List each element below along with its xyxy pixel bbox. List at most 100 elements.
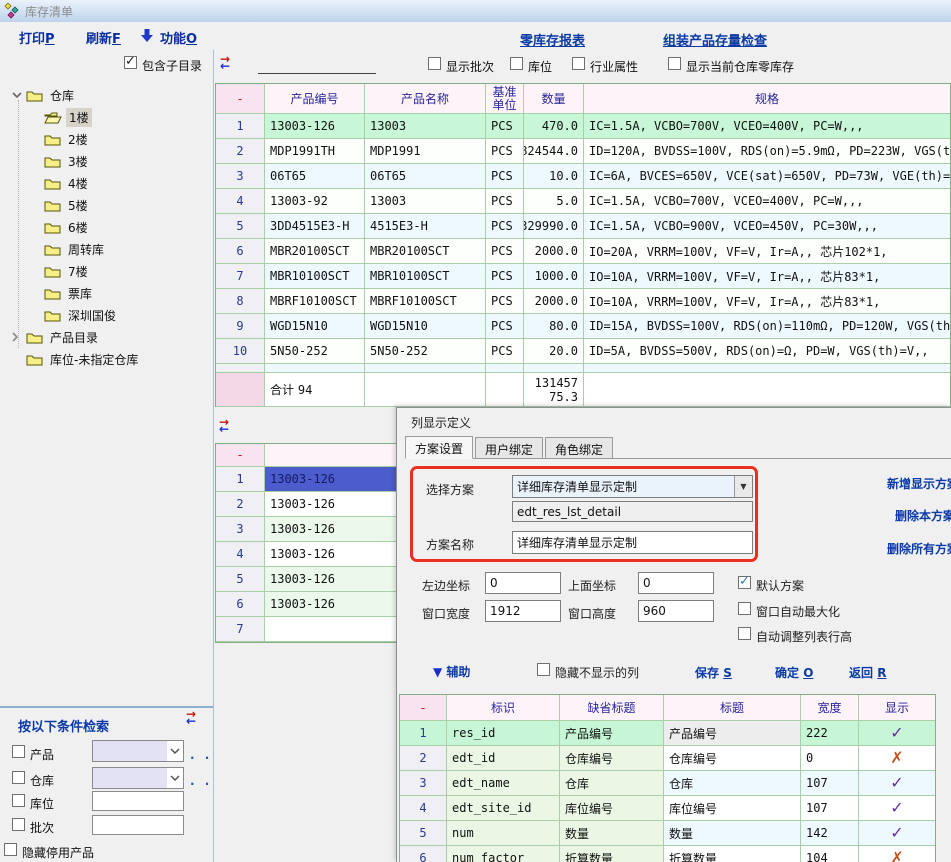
tree-item-floor6[interactable]: 6楼 — [0, 216, 210, 238]
chevron-down-icon[interactable] — [12, 92, 22, 98]
site-filter-checkbox-2[interactable] — [12, 794, 25, 808]
combo-arrow-button[interactable]: ▼ — [734, 476, 752, 497]
table-row[interactable]: 7 MBR10100SCT MBR10100SCT PCS 1000.0 IO=… — [216, 264, 950, 289]
swap-layout-icon[interactable]: →← — [220, 56, 236, 70]
cell-title[interactable]: 产品编号 — [664, 721, 801, 745]
table-row[interactable]: 6 MBR20100SCT MBR20100SCT PCS 2000.0 IO=… — [216, 239, 950, 264]
cell-show-toggle[interactable]: ✓ — [859, 821, 935, 845]
cell-title[interactable]: 仓库 — [664, 771, 801, 795]
tree-item-label[interactable]: 7楼 — [65, 262, 91, 281]
table-row[interactable]: 1 13003-126 13003 PCS 470.0 IC=1.5A, VCB… — [216, 114, 950, 139]
tree-item-label[interactable]: 6楼 — [65, 218, 91, 237]
hide-columns-checkbox[interactable] — [537, 663, 550, 677]
cell-show-toggle[interactable]: ✗ — [859, 846, 935, 862]
table-row[interactable]: 9 WGD15N10 WGD15N10 PCS 80.0 ID=15A, BVD… — [216, 314, 950, 339]
site-filter-checkbox[interactable] — [510, 57, 523, 71]
scheme-combo[interactable]: 详细库存清单显示定制 ▼ — [512, 475, 753, 498]
cell-title[interactable]: 折算数量 — [664, 846, 801, 862]
cell-width[interactable]: 142 — [801, 821, 859, 845]
default-scheme-checkbox[interactable] — [738, 576, 751, 590]
tree-item-label[interactable]: 2楼 — [65, 130, 91, 149]
tree-item-label[interactable]: 深圳国俊 — [65, 306, 119, 325]
tree-item-shenzhen[interactable]: 深圳国俊 — [0, 304, 210, 326]
tree-item-label[interactable]: 仓库 — [47, 86, 77, 105]
tree-item-label[interactable]: 周转库 — [65, 240, 107, 259]
table-row[interactable]: 4 edt_site_id 库位编号 库位编号 107 ✓ — [400, 796, 935, 821]
cell-width[interactable]: 107 — [801, 771, 859, 795]
table-row[interactable]: 4 13003-92 13003 PCS 5.0 IC=1.5A, VCBO=7… — [216, 189, 950, 214]
tree-root-warehouse[interactable]: 仓库 — [0, 84, 210, 106]
cell-show-toggle[interactable]: ✓ — [859, 796, 935, 820]
tree-item-turnover[interactable]: 周转库 — [0, 238, 210, 260]
warehouse-filter-checkbox[interactable] — [12, 771, 25, 785]
product-browse-button[interactable]: . . — [190, 748, 212, 762]
tree-item-label[interactable]: 1楼 — [66, 108, 92, 127]
table-row[interactable]: 10 5N50-252 5N50-252 PCS 20.0 ID=5A, BVD… — [216, 339, 950, 364]
add-scheme-link[interactable]: 新增显示方案 — [887, 475, 951, 492]
industry-attr-checkbox[interactable] — [572, 57, 585, 71]
cell-title[interactable]: 仓库编号 — [664, 746, 801, 770]
aux-button[interactable]: ▼ 辅助 — [433, 663, 470, 680]
chevron-down-icon[interactable] — [167, 775, 183, 781]
left-coord-input[interactable]: 0 — [485, 572, 561, 594]
print-button[interactable]: 打印P — [19, 28, 55, 47]
cell-width[interactable]: 107 — [801, 796, 859, 820]
cell-width[interactable]: 222 — [801, 721, 859, 745]
cell-show-toggle[interactable]: ✓ — [859, 721, 935, 745]
tree-item-ticket[interactable]: 票库 — [0, 282, 210, 304]
scheme-name-input[interactable]: 详细库存清单显示定制 — [512, 531, 753, 554]
tree-item-floor4[interactable]: 4楼 — [0, 172, 210, 194]
show-batch-checkbox[interactable] — [428, 57, 441, 71]
swap-layout-icon-3[interactable]: →← — [186, 711, 202, 725]
table-row[interactable]: 3 edt_name 仓库 仓库 107 ✓ — [400, 771, 935, 796]
batch-filter-checkbox[interactable] — [12, 818, 25, 832]
tab-user-binding[interactable]: 用户绑定 — [475, 437, 543, 458]
table-row[interactable]: 1 res_id 产品编号 产品编号 222 ✓ — [400, 721, 935, 746]
assembly-check-link[interactable]: 组装产品存量检查 — [663, 30, 767, 49]
tree-item-label[interactable]: 库位-未指定仓库 — [47, 350, 141, 369]
hide-disabled-checkbox[interactable] — [4, 843, 17, 857]
window-height-input[interactable]: 960 — [638, 600, 714, 622]
show-zero-stock-checkbox[interactable] — [668, 57, 681, 71]
refresh-button[interactable]: 刷新F — [86, 28, 121, 47]
warehouse-browse-button[interactable]: . . — [190, 774, 212, 788]
product-filter-checkbox[interactable] — [12, 745, 25, 759]
cell-show-toggle[interactable]: ✓ — [859, 771, 935, 795]
warehouse-filter-combo[interactable] — [92, 767, 184, 789]
table-row[interactable]: 6 num_factor 折算数量 折算数量 104 ✗ — [400, 846, 935, 862]
batch-filter-input[interactable] — [92, 815, 184, 835]
table-row[interactable]: 2 edt_id 仓库编号 仓库编号 0 ✗ — [400, 746, 935, 771]
auto-row-height-checkbox[interactable] — [738, 627, 751, 641]
window-width-input[interactable]: 1912 — [485, 600, 561, 622]
table-row[interactable]: 5 num 数量 数量 142 ✓ — [400, 821, 935, 846]
table-row[interactable]: 3 06T65 06T65 PCS 10.0 IC=6A, BVCES=650V… — [216, 164, 950, 189]
product-filter-combo[interactable] — [92, 740, 184, 762]
quick-filter-input[interactable] — [258, 58, 376, 74]
cell-width[interactable]: 0 — [801, 746, 859, 770]
save-button[interactable]: 保存 S — [695, 664, 732, 681]
tree-item-floor3[interactable]: 3楼 — [0, 150, 210, 172]
table-row[interactable]: 8 MBRF10100SCT MBRF10100SCT PCS 2000.0 I… — [216, 289, 950, 314]
back-button[interactable]: 返回 R — [849, 664, 886, 681]
top-coord-input[interactable]: 0 — [638, 572, 714, 594]
include-subdir-checkbox[interactable] — [124, 56, 137, 70]
tree-item-label[interactable]: 5楼 — [65, 196, 91, 215]
auto-maximize-checkbox[interactable] — [738, 602, 751, 616]
table-row[interactable]: 2 MDP1991TH MDP1991 PCS 824544.0 ID=120A… — [216, 139, 950, 164]
zero-stock-report-link[interactable]: 零库存报表 — [520, 30, 585, 49]
swap-layout-icon-2[interactable]: →← — [219, 419, 235, 433]
tree-item-floor5[interactable]: 5楼 — [0, 194, 210, 216]
tree-item-floor7[interactable]: 7楼 — [0, 260, 210, 282]
delete-all-schemes-link[interactable]: 删除所有方案 — [887, 540, 951, 557]
tree-item-label[interactable]: 4楼 — [65, 174, 91, 193]
tab-scheme-settings[interactable]: 方案设置 — [405, 436, 473, 459]
tree-item-unassigned[interactable]: 库位-未指定仓库 — [0, 348, 210, 370]
delete-scheme-link[interactable]: 删除本方案 — [895, 507, 951, 524]
tree-item-label[interactable]: 票库 — [65, 284, 95, 303]
tree-item-floor2[interactable]: 2楼 — [0, 128, 210, 150]
cell-title[interactable]: 库位编号 — [664, 796, 801, 820]
tree-item-label[interactable]: 3楼 — [65, 152, 91, 171]
cell-title[interactable]: 数量 — [664, 821, 801, 845]
tree-item-label[interactable]: 产品目录 — [47, 328, 101, 347]
tree-item-product-catalog[interactable]: 产品目录 — [0, 326, 210, 348]
